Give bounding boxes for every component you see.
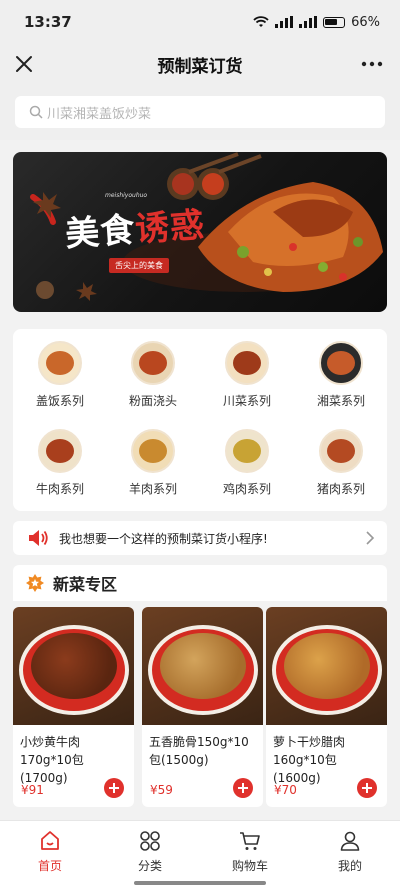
search-icon	[29, 105, 43, 119]
search-placeholder: 川菜湘菜盖饭炒菜	[47, 106, 152, 122]
add-to-cart-button[interactable]	[104, 778, 124, 798]
category-image	[131, 341, 175, 385]
section-title: 新菜专区	[53, 575, 118, 594]
product-card[interactable]: 五香脆骨150g*10包(1500g) ¥59	[142, 607, 263, 807]
notice-text: 我也想要一个这样的预制菜订货小程序!	[59, 531, 268, 546]
product-card[interactable]: 萝卜干炒腊肉160g*10包(1600g) ¥70	[266, 607, 387, 807]
product-name: 小炒黄牛肉170g*10包(1700g)	[20, 735, 84, 785]
category-item[interactable]: 鸡肉系列	[207, 429, 287, 497]
status-time: 13:37	[24, 13, 72, 31]
new-dishes-section-header: 新菜专区	[13, 565, 387, 601]
category-item[interactable]: 牛肉系列	[20, 429, 100, 497]
speaker-icon	[29, 530, 48, 546]
category-label: 猪肉系列	[316, 482, 365, 496]
category-label: 盖饭系列	[35, 394, 84, 408]
product-name: 五香脆骨150g*10包(1500g)	[149, 735, 249, 767]
tab-profile[interactable]: 我的	[310, 829, 390, 874]
cart-icon	[240, 832, 260, 850]
product-price: ¥59	[150, 783, 173, 797]
more-icon[interactable]	[360, 52, 384, 76]
close-icon[interactable]	[12, 52, 36, 76]
battery-percent: 66%	[351, 14, 380, 30]
grid-icon	[140, 831, 160, 851]
category-label: 鸡肉系列	[222, 482, 271, 496]
banner-title-main: 美食	[64, 210, 137, 255]
banner-pinyin: meishiyouhuo	[105, 192, 148, 199]
home-indicator	[134, 881, 266, 885]
home-icon	[41, 831, 59, 850]
search-area: 川菜湘菜盖饭炒菜	[0, 84, 400, 140]
category-item[interactable]: 盖饭系列	[20, 341, 100, 409]
category-image	[131, 429, 175, 473]
chevron-right-icon	[366, 531, 375, 545]
battery-icon	[323, 16, 346, 28]
category-label: 粉面浇头	[128, 394, 177, 408]
tab-label: 分类	[137, 859, 162, 873]
search-input[interactable]: 川菜湘菜盖饭炒菜	[15, 96, 385, 128]
product-card[interactable]: 小炒黄牛肉170g*10包(1700g) ¥91	[13, 607, 134, 807]
banner-subtitle: 舌尖上的美食	[109, 258, 169, 273]
page-title: 预制菜订货	[157, 56, 243, 77]
category-label: 羊肉系列	[128, 482, 177, 496]
plus-icon	[238, 783, 248, 793]
banner-title: 美食诱惑	[63, 197, 206, 256]
product-image	[142, 607, 263, 725]
status-bar: 13:37 66%	[0, 0, 400, 44]
tab-home[interactable]: 首页	[10, 829, 90, 874]
category-item[interactable]: 粉面浇头	[113, 341, 193, 409]
notice-bar[interactable]: 我也想要一个这样的预制菜订货小程序!	[13, 521, 387, 555]
tab-label: 我的	[337, 859, 362, 873]
category-image	[225, 341, 269, 385]
category-item[interactable]: 羊肉系列	[113, 429, 193, 497]
category-item[interactable]: 猪肉系列	[301, 429, 381, 497]
tab-cart[interactable]: 购物车	[210, 829, 290, 874]
category-label: 湘菜系列	[316, 394, 365, 408]
category-label: 川菜系列	[222, 394, 271, 408]
product-image	[266, 607, 387, 725]
wifi-icon	[253, 16, 269, 27]
add-to-cart-button[interactable]	[357, 778, 377, 798]
user-icon	[340, 831, 360, 851]
plus-icon	[109, 783, 119, 793]
category-grid: 盖饭系列 粉面浇头 川菜系列 湘菜系列 牛肉系列 羊肉系列 鸡肉系列 猪肉系列	[13, 329, 387, 511]
category-image	[38, 429, 82, 473]
product-image	[13, 607, 134, 725]
category-item[interactable]: 湘菜系列	[301, 341, 381, 409]
banner-title-accent: 诱惑	[133, 205, 207, 250]
plus-icon	[362, 783, 372, 793]
category-image	[319, 429, 363, 473]
add-to-cart-button[interactable]	[233, 778, 253, 798]
signal-icon-2	[299, 16, 318, 28]
category-image	[225, 429, 269, 473]
product-name: 萝卜干炒腊肉160g*10包(1600g)	[273, 735, 346, 785]
tab-label: 首页	[37, 859, 62, 873]
category-label: 牛肉系列	[35, 482, 84, 496]
promo-banner[interactable]: meishiyouhuo 美食诱惑 舌尖上的美食	[13, 152, 387, 312]
category-image	[319, 341, 363, 385]
category-item[interactable]: 川菜系列	[207, 341, 287, 409]
tab-category[interactable]: 分类	[110, 829, 190, 874]
signal-icon	[275, 16, 294, 28]
tab-label: 购物车	[231, 859, 268, 873]
star-badge-icon	[26, 574, 44, 592]
product-price: ¥91	[21, 783, 44, 797]
product-price: ¥70	[274, 783, 297, 797]
status-icons: 66%	[253, 15, 380, 30]
nav-bar: 预制菜订货	[0, 44, 400, 84]
category-image	[38, 341, 82, 385]
